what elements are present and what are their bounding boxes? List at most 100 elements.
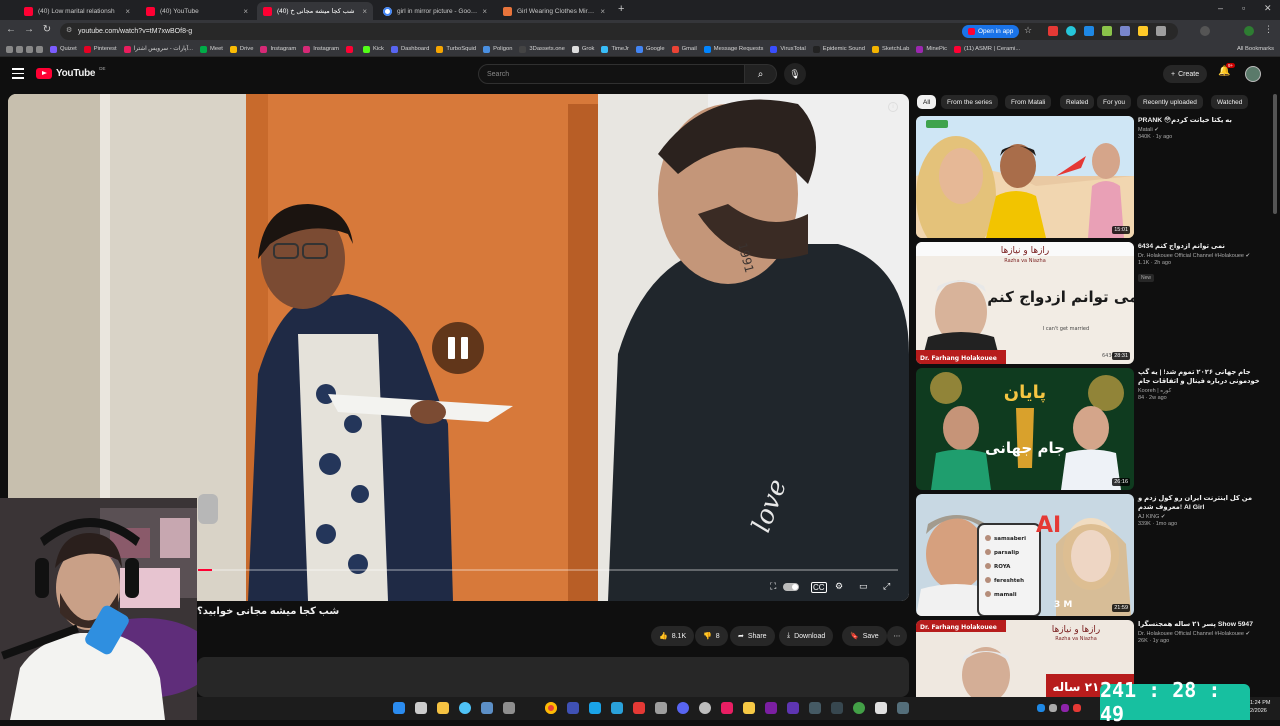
tray-icon[interactable] — [1061, 704, 1069, 712]
browser-tab[interactable]: (40) Low marital relationsh × — [18, 2, 136, 20]
tray-icon[interactable] — [1037, 704, 1045, 712]
channel-name[interactable]: Dr. Holakouee Official Channel #Holakoue… — [1138, 253, 1268, 259]
voice-search-button[interactable]: 🎙 — [784, 63, 806, 85]
extension-icon[interactable] — [1066, 26, 1076, 36]
open-in-app-button[interactable]: Open in app — [962, 25, 1020, 38]
minimize-icon[interactable]: – — [1218, 3, 1223, 13]
share-button[interactable]: ➦ Share — [730, 626, 775, 646]
bookmark-item[interactable]: TimeJr — [601, 45, 629, 53]
reload-icon[interactable]: ↻ — [40, 24, 54, 35]
bookmark-item[interactable]: SketchLab — [871, 45, 909, 53]
close-tab-icon[interactable]: × — [125, 7, 130, 16]
extension-icon[interactable] — [1048, 26, 1058, 36]
app-icon[interactable] — [633, 702, 645, 714]
filter-chip[interactable]: All — [917, 95, 937, 109]
progress-bar[interactable] — [198, 569, 898, 571]
bookmark-item[interactable]: Message Requests — [703, 45, 763, 53]
recommendation-item[interactable]: samsaberi parsalip ROYA fereshteh mamali… — [916, 494, 1272, 616]
filter-chip[interactable]: Recently uploaded — [1137, 95, 1203, 109]
bookmark-item[interactable]: Instagram — [303, 45, 339, 53]
close-tab-icon[interactable]: × — [362, 7, 367, 16]
download-button[interactable]: ⤓ Download — [779, 626, 834, 646]
extension-icon[interactable] — [1120, 26, 1130, 36]
app-icon[interactable] — [853, 702, 865, 714]
recommendation-title[interactable]: 6434 نمی توانم ازدواج کنم — [1138, 242, 1268, 251]
discord-icon[interactable] — [677, 702, 689, 714]
autoplay-icon[interactable]: ⛶ — [770, 581, 776, 592]
start-menu-icon[interactable] — [393, 702, 405, 714]
profile-icon[interactable] — [1200, 26, 1210, 36]
bookmark-item[interactable]: Epidemic Sound — [812, 45, 865, 53]
browser-tab-active[interactable]: (40) شب کجا میشه مجانی خ × — [257, 2, 373, 20]
thumbnail[interactable]: 15:01 — [916, 116, 1134, 238]
browser-tab[interactable]: girl in mirror picture - Google × — [377, 2, 493, 20]
app-icon[interactable] — [765, 702, 777, 714]
hamburger-menu-icon[interactable] — [12, 68, 24, 79]
close-tab-icon[interactable]: × — [243, 7, 248, 16]
close-window-icon[interactable]: ✕ — [1264, 3, 1272, 14]
recommendation-item[interactable]: 15:01 PRANK 😳به یکتا خیانت کردم Matali ✔… — [916, 116, 1272, 238]
filter-chip[interactable]: For you — [1097, 95, 1132, 109]
maximize-icon[interactable]: ▫ — [1242, 3, 1245, 13]
extension-icon[interactable] — [1138, 26, 1148, 36]
app-icon[interactable] — [743, 702, 755, 714]
bookmark-item[interactable]: Instagram — [260, 45, 296, 53]
chrome-icon[interactable] — [545, 702, 557, 714]
channel-name[interactable]: Matali ✔ — [1138, 127, 1268, 133]
dislike-button[interactable]: 👎 8 — [695, 626, 728, 646]
fullscreen-icon[interactable]: ⤢ — [883, 581, 890, 592]
bookmark-item[interactable]: Gmail — [671, 45, 697, 53]
youtube-logo[interactable]: YouTube DE — [36, 66, 105, 79]
task-view-icon[interactable] — [415, 702, 427, 714]
app-icon[interactable] — [699, 702, 711, 714]
settings-app-icon[interactable] — [503, 702, 515, 714]
browser-tab[interactable]: (40) YouTube × — [140, 2, 254, 20]
autoplay-toggle[interactable] — [783, 583, 799, 591]
recommendation-title[interactable]: جام جهانی ۲۰۲۶ تموم شد! | یه گپ خودمونی … — [1138, 368, 1268, 386]
bookmark-item[interactable]: آپارات - سرویس اشترا... — [123, 45, 193, 53]
browser-tab[interactable]: Girl Wearing Clothes Mirror Sel × — [497, 2, 611, 20]
recommendation-item[interactable]: پایان جام جهانی 26:16 جام جهانی ۲۰۲۶ تمو… — [916, 368, 1272, 490]
app-icon[interactable] — [875, 702, 887, 714]
search-taskbar-icon[interactable] — [459, 702, 471, 714]
tray-icon[interactable] — [1049, 704, 1057, 712]
recommendation-title[interactable]: PRANK 😳به یکتا خیانت کردم — [1138, 116, 1268, 125]
bookmark-item[interactable]: VirusTotal — [770, 45, 806, 53]
filter-chip[interactable]: From Matali — [1005, 95, 1052, 109]
info-icon[interactable]: i — [888, 102, 898, 112]
bookmark-item[interactable]: 3Dassets.one — [519, 45, 565, 53]
recommendation-title[interactable]: پسر ۲۱ ساله همجنسگرا Show 5947 — [1138, 620, 1268, 629]
apps-grid-icon[interactable] — [6, 45, 43, 53]
create-button[interactable]: + Create — [1163, 65, 1208, 83]
bookmark-item[interactable]: MinePic — [916, 45, 947, 53]
new-tab-button[interactable]: + — [618, 3, 624, 15]
extension-icon[interactable] — [1084, 26, 1094, 36]
app-icon[interactable] — [481, 702, 493, 714]
tray-icon[interactable] — [1073, 704, 1081, 712]
app-icon[interactable] — [831, 702, 843, 714]
app-icon[interactable] — [655, 702, 667, 714]
bookmark-item[interactable] — [346, 45, 356, 53]
app-icon[interactable] — [897, 702, 909, 714]
bookmark-item[interactable]: Poligon — [483, 45, 512, 53]
recommendation-item[interactable]: رازها و نیازها Razha va Niazha نمی توانم… — [916, 242, 1272, 364]
close-tab-icon[interactable]: × — [600, 7, 605, 16]
file-explorer-icon[interactable] — [437, 702, 449, 714]
recommendation-title[interactable]: من کل اینترنت ایران رو کول زدم و معروف ش… — [1138, 494, 1268, 512]
like-button[interactable]: 👍 8.1K — [651, 626, 695, 646]
account-avatar-icon[interactable] — [1244, 26, 1254, 36]
bookmark-item[interactable]: Pinterest — [83, 45, 117, 53]
menu-dots-icon[interactable]: ⋮ — [1264, 24, 1273, 35]
scrollbar[interactable] — [1273, 94, 1277, 214]
search-input[interactable]: Search — [478, 64, 745, 84]
more-actions-button[interactable]: ⋯ — [887, 626, 907, 646]
bookmark-item[interactable]: Dashboard — [390, 45, 429, 53]
pause-button[interactable] — [432, 322, 484, 374]
back-icon[interactable]: ← — [4, 24, 18, 35]
thumbnail[interactable]: پایان جام جهانی 26:16 — [916, 368, 1134, 490]
search-button[interactable]: ⌕ — [745, 64, 777, 84]
settings-gear-icon[interactable]: ⚙ — [835, 581, 843, 592]
bookmark-item[interactable]: TurboSquid — [436, 45, 476, 53]
app-icon[interactable] — [721, 702, 733, 714]
captions-icon[interactable]: CC — [811, 582, 827, 593]
